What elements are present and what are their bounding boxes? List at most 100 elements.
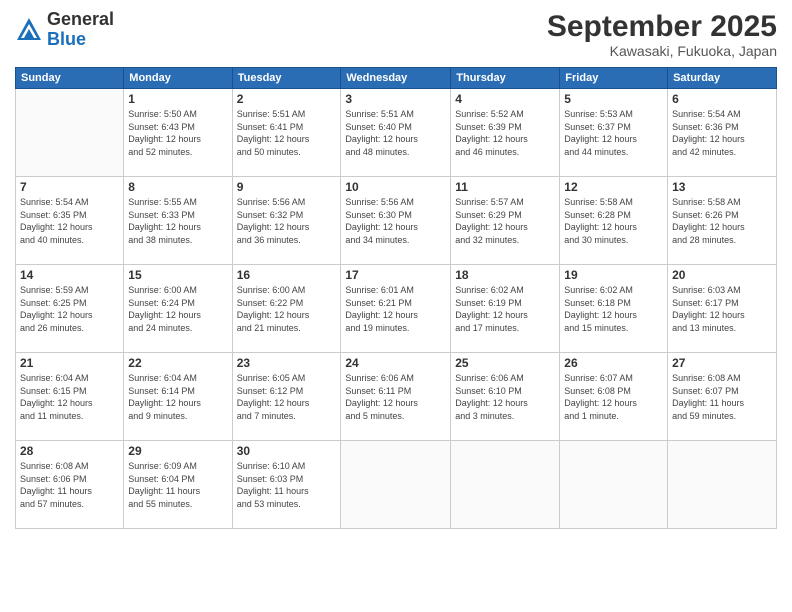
logo: General Blue [15,10,114,50]
calendar-cell: 7 Sunrise: 5:54 AM Sunset: 6:35 PM Daylig… [16,177,124,265]
day-info: Sunrise: 6:05 AM Sunset: 6:12 PM Dayligh… [237,372,337,422]
calendar-cell: 3 Sunrise: 5:51 AM Sunset: 6:40 PM Daylig… [341,89,451,177]
calendar-cell: 18Sunrise: 6:02 AM Sunset: 6:19 PM Dayli… [451,265,560,353]
calendar-table: Sunday Monday Tuesday Wednesday Thursday… [15,67,777,529]
calendar-cell: 30 Sunrise: 6:10 AM Sunset: 6:03 PM Dayli… [232,441,341,529]
header-tuesday: Tuesday [232,68,341,89]
day-number: 24 [345,356,446,370]
weekday-header-row: Sunday Monday Tuesday Wednesday Thursday… [16,68,777,89]
week-row-4: 21Sunrise: 6:04 AM Sunset: 6:15 PM Dayli… [16,353,777,441]
header-friday: Friday [560,68,668,89]
day-info: Sunrise: 5:52 AM Sunset: 6:39 PM Dayligh… [455,108,555,158]
calendar-cell: 6 Sunrise: 5:54 AM Sunset: 6:36 PM Daylig… [668,89,777,177]
day-info: Sunrise: 6:04 AM Sunset: 6:15 PM Dayligh… [20,372,119,422]
day-number: 15 [128,268,227,282]
day-number: 30 [237,444,337,458]
day-number: 2 [237,92,337,106]
day-info: Sunrise: 5:54 AM Sunset: 6:35 PM Dayligh… [20,196,119,246]
calendar-cell: 17Sunrise: 6:01 AM Sunset: 6:21 PM Dayli… [341,265,451,353]
day-number: 17 [345,268,446,282]
calendar-cell: 28Sunrise: 6:08 AM Sunset: 6:06 PM Dayli… [16,441,124,529]
day-number: 29 [128,444,227,458]
day-number: 9 [237,180,337,194]
day-info: Sunrise: 5:50 AM Sunset: 6:43 PM Dayligh… [128,108,227,158]
calendar-cell: 15 Sunrise: 6:00 AM Sunset: 6:24 PM Dayli… [124,265,232,353]
calendar-cell: 26 Sunrise: 6:07 AM Sunset: 6:08 PM Dayli… [560,353,668,441]
week-row-2: 7 Sunrise: 5:54 AM Sunset: 6:35 PM Daylig… [16,177,777,265]
calendar-cell: 5 Sunrise: 5:53 AM Sunset: 6:37 PM Daylig… [560,89,668,177]
calendar-cell: 25 Sunrise: 6:06 AM Sunset: 6:10 PM Dayli… [451,353,560,441]
calendar-cell: 16 Sunrise: 6:00 AM Sunset: 6:22 PM Dayli… [232,265,341,353]
day-info: Sunrise: 6:04 AM Sunset: 6:14 PM Dayligh… [128,372,227,422]
day-info: Sunrise: 5:53 AM Sunset: 6:37 PM Dayligh… [564,108,663,158]
calendar-cell: 9Sunrise: 5:56 AM Sunset: 6:32 PM Daylig… [232,177,341,265]
calendar-cell: 11 Sunrise: 5:57 AM Sunset: 6:29 PM Dayli… [451,177,560,265]
header-monday: Monday [124,68,232,89]
calendar-cell [341,441,451,529]
calendar-cell: 8 Sunrise: 5:55 AM Sunset: 6:33 PM Daylig… [124,177,232,265]
calendar-cell: 14 Sunrise: 5:59 AM Sunset: 6:25 PM Dayli… [16,265,124,353]
day-number: 7 [20,180,119,194]
day-info: Sunrise: 5:56 AM Sunset: 6:30 PM Dayligh… [345,196,446,246]
day-info: Sunrise: 6:09 AM Sunset: 6:04 PM Dayligh… [128,460,227,510]
page-header: General Blue September 2025 Kawasaki, Fu… [15,10,777,59]
day-number: 5 [564,92,663,106]
month-title: September 2025 [547,10,777,43]
day-number: 14 [20,268,119,282]
calendar-cell: 21Sunrise: 6:04 AM Sunset: 6:15 PM Dayli… [16,353,124,441]
calendar-cell: 1 Sunrise: 5:50 AM Sunset: 6:43 PM Daylig… [124,89,232,177]
day-info: Sunrise: 6:00 AM Sunset: 6:22 PM Dayligh… [237,284,337,334]
day-number: 10 [345,180,446,194]
calendar-cell: 20 Sunrise: 6:03 AM Sunset: 6:17 PM Dayli… [668,265,777,353]
calendar-cell [451,441,560,529]
header-sunday: Sunday [16,68,124,89]
day-number: 16 [237,268,337,282]
header-wednesday: Wednesday [341,68,451,89]
day-number: 6 [672,92,772,106]
day-number: 19 [564,268,663,282]
day-number: 25 [455,356,555,370]
title-block: September 2025 Kawasaki, Fukuoka, Japan [547,10,777,59]
day-info: Sunrise: 5:51 AM Sunset: 6:40 PM Dayligh… [345,108,446,158]
calendar-cell: 24 Sunrise: 6:06 AM Sunset: 6:11 PM Dayli… [341,353,451,441]
day-number: 8 [128,180,227,194]
day-number: 12 [564,180,663,194]
day-info: Sunrise: 5:57 AM Sunset: 6:29 PM Dayligh… [455,196,555,246]
calendar-cell: 13 Sunrise: 5:58 AM Sunset: 6:26 PM Dayli… [668,177,777,265]
day-info: Sunrise: 6:07 AM Sunset: 6:08 PM Dayligh… [564,372,663,422]
day-info: Sunrise: 5:59 AM Sunset: 6:25 PM Dayligh… [20,284,119,334]
day-number: 11 [455,180,555,194]
calendar-cell: 23 Sunrise: 6:05 AM Sunset: 6:12 PM Dayli… [232,353,341,441]
day-info: Sunrise: 6:10 AM Sunset: 6:03 PM Dayligh… [237,460,337,510]
day-number: 20 [672,268,772,282]
header-thursday: Thursday [451,68,560,89]
calendar-cell: 19 Sunrise: 6:02 AM Sunset: 6:18 PM Dayli… [560,265,668,353]
day-info: Sunrise: 5:58 AM Sunset: 6:26 PM Dayligh… [672,196,772,246]
day-number: 1 [128,92,227,106]
day-info: Sunrise: 6:06 AM Sunset: 6:11 PM Dayligh… [345,372,446,422]
day-info: Sunrise: 6:00 AM Sunset: 6:24 PM Dayligh… [128,284,227,334]
calendar-cell [560,441,668,529]
day-number: 23 [237,356,337,370]
day-number: 26 [564,356,663,370]
day-info: Sunrise: 6:02 AM Sunset: 6:18 PM Dayligh… [564,284,663,334]
day-info: Sunrise: 5:51 AM Sunset: 6:41 PM Dayligh… [237,108,337,158]
day-info: Sunrise: 5:54 AM Sunset: 6:36 PM Dayligh… [672,108,772,158]
day-info: Sunrise: 6:03 AM Sunset: 6:17 PM Dayligh… [672,284,772,334]
calendar-cell [668,441,777,529]
header-saturday: Saturday [668,68,777,89]
day-info: Sunrise: 5:55 AM Sunset: 6:33 PM Dayligh… [128,196,227,246]
logo-text: General Blue [47,10,114,50]
day-info: Sunrise: 6:06 AM Sunset: 6:10 PM Dayligh… [455,372,555,422]
day-number: 13 [672,180,772,194]
day-number: 22 [128,356,227,370]
location: Kawasaki, Fukuoka, Japan [547,43,777,59]
week-row-3: 14 Sunrise: 5:59 AM Sunset: 6:25 PM Dayli… [16,265,777,353]
calendar-cell: 10 Sunrise: 5:56 AM Sunset: 6:30 PM Dayli… [341,177,451,265]
calendar-cell [16,89,124,177]
calendar-cell: 12Sunrise: 5:58 AM Sunset: 6:28 PM Dayli… [560,177,668,265]
day-info: Sunrise: 6:02 AM Sunset: 6:19 PM Dayligh… [455,284,555,334]
day-number: 3 [345,92,446,106]
calendar-cell: 27Sunrise: 6:08 AM Sunset: 6:07 PM Dayli… [668,353,777,441]
calendar-cell: 29 Sunrise: 6:09 AM Sunset: 6:04 PM Dayli… [124,441,232,529]
